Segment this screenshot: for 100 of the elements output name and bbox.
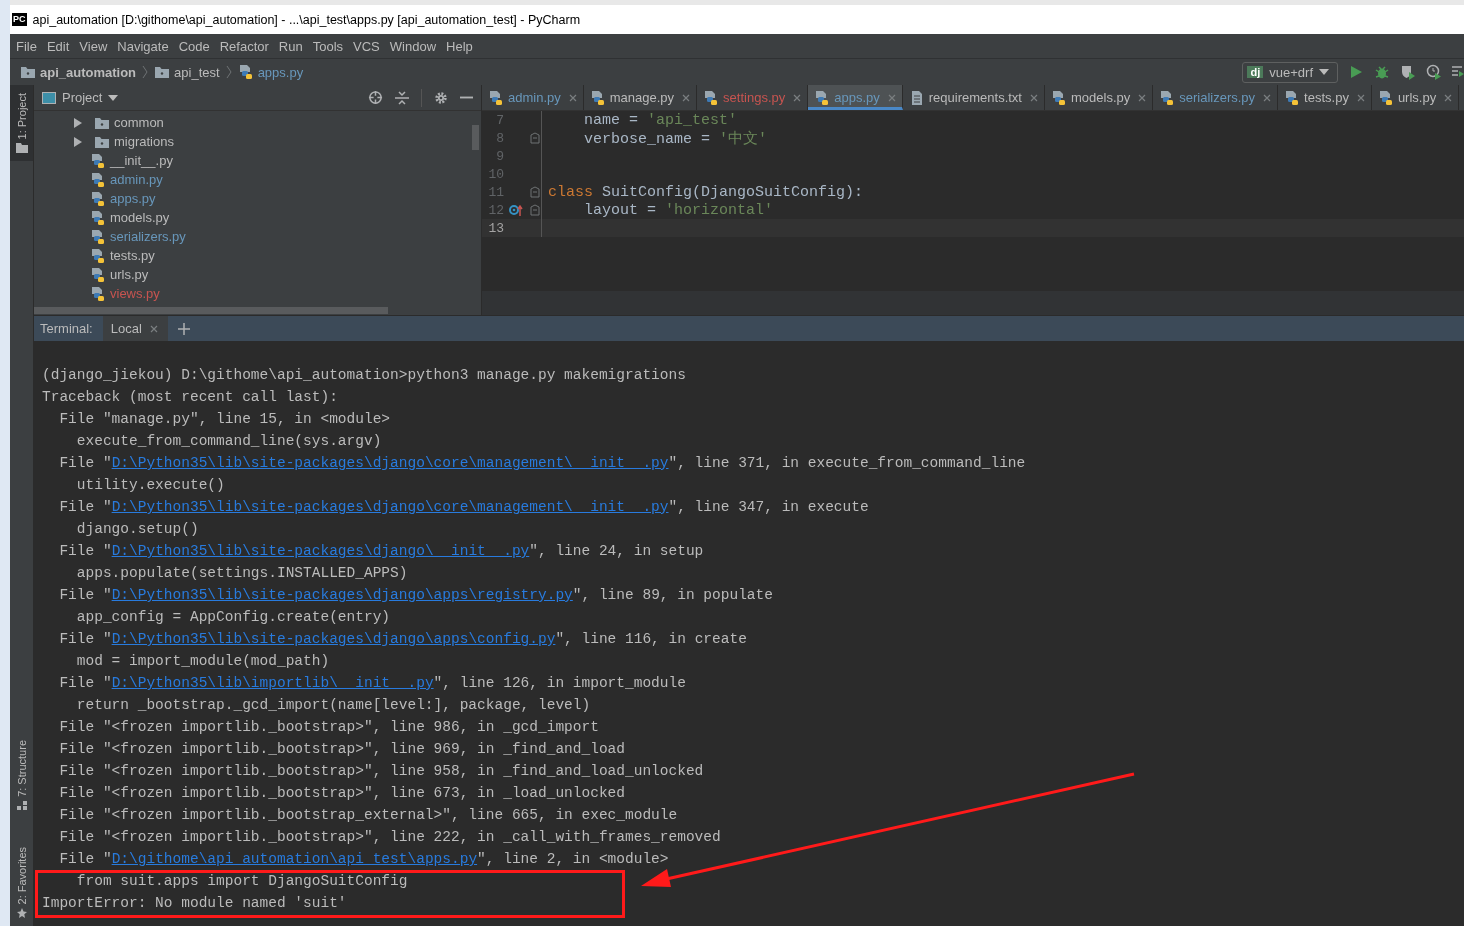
terminal-line: utility.execute(): [75, 476, 225, 495]
python-file-icon: [90, 266, 106, 283]
python-file-icon: [90, 190, 106, 207]
python-file-icon: [1051, 89, 1067, 106]
tree-item[interactable]: migrations: [114, 134, 174, 149]
close-icon[interactable]: [793, 93, 802, 102]
run-configuration-dropdown[interactable]: dj vue+drf: [1242, 61, 1338, 83]
tree-item[interactable]: models.py: [110, 210, 170, 225]
folder-icon: [154, 64, 171, 80]
line-number: 11: [487, 184, 504, 200]
tool-window-tab[interactable]: 7: Structure: [10, 731, 33, 819]
fold-marker-icon[interactable]: [529, 186, 540, 198]
tool-window-tab[interactable]: 2: Favorites: [10, 838, 33, 926]
file-link[interactable]: D:\Python35\lib\importlib\__init__.py: [111, 675, 434, 691]
project-view-dropdown[interactable]: Project: [42, 90, 119, 105]
editor-tab[interactable]: serializers.py: [1153, 85, 1279, 110]
terminal-line: File "<frozen importlib._bootstrap>", line 986, in _gcd_import: [58, 718, 599, 737]
menu-item[interactable]: Edit: [46, 38, 70, 54]
expand-arrow-icon[interactable]: [74, 136, 82, 147]
menu-item[interactable]: Help: [446, 38, 473, 54]
folder-icon: [20, 64, 36, 80]
terminal-line: File "<frozen importlib._bootstrap>", line 969, in _find_and_load: [58, 740, 625, 759]
menu-item[interactable]: VCS: [353, 38, 380, 54]
editor-tab[interactable]: models.py: [1045, 85, 1154, 110]
scrollbar[interactable]: [472, 125, 479, 150]
tree-item[interactable]: apps.py: [110, 191, 156, 206]
collapse-all-icon[interactable]: [395, 90, 409, 105]
tree-item[interactable]: urls.py: [110, 267, 149, 282]
code-line: name = 'api_test': [583, 111, 738, 129]
shield-play-icon[interactable]: [1400, 64, 1416, 80]
file-link[interactable]: D:\Python35\lib\site-packages\django\core\management\__init__.py: [111, 455, 669, 471]
folder-icon: [15, 143, 28, 154]
close-icon[interactable]: [568, 93, 577, 102]
editor-tab[interactable]: tests.py: [1278, 85, 1372, 110]
menu-item[interactable]: Refactor: [219, 38, 269, 54]
tree-item[interactable]: admin.py: [110, 172, 163, 187]
file-link[interactable]: D:\Python35\lib\site-packages\django\__init__.py: [111, 543, 530, 559]
editor-tab[interactable]: admin.py: [482, 85, 584, 110]
star-icon: [16, 908, 27, 918]
code-line: class SuitConfig(DjangoSuitConfig):: [548, 183, 864, 201]
close-icon[interactable]: [149, 324, 158, 333]
fold-marker-icon[interactable]: [529, 204, 540, 216]
line-number: 7: [495, 112, 504, 128]
breadcrumb-item[interactable]: api_test: [174, 64, 220, 80]
file-link[interactable]: D:\Python35\lib\site-packages\django\apps\config.py: [111, 631, 556, 647]
close-icon[interactable]: [682, 93, 691, 102]
fold-marker-icon[interactable]: [529, 132, 540, 144]
close-icon[interactable]: [1030, 93, 1038, 102]
tool-window-tab[interactable]: 1: Project: [10, 85, 33, 162]
editor-tab[interactable]: requirements.txt: [902, 85, 1045, 110]
django-logo: dj: [1247, 66, 1264, 78]
locate-icon[interactable]: [368, 90, 383, 105]
python-file-icon: [1377, 89, 1394, 106]
terminal-line: app_config = AppConfig.create(entry): [75, 608, 391, 627]
close-icon[interactable]: [887, 93, 896, 102]
terminal-line: File "D:\Python35\lib\site-packages\django\core\management\__init__.py", line 347, in execute: [58, 498, 869, 517]
file-link[interactable]: D:\githome\api_automation\api_test\apps.py: [111, 851, 478, 867]
bug-icon[interactable]: [1374, 64, 1390, 80]
line-number: 8: [495, 130, 504, 146]
file-link[interactable]: D:\Python35\lib\site-packages\django\core\management\__init__.py: [111, 499, 669, 515]
breadcrumb-item[interactable]: api_automation: [40, 64, 137, 80]
breadcrumb-item[interactable]: apps.py: [257, 64, 304, 80]
menu-item[interactable]: File: [16, 38, 37, 54]
tree-item[interactable]: __init__.py: [110, 153, 173, 168]
caret-icon: [108, 94, 119, 101]
caret-icon: [1319, 69, 1329, 75]
python-file-icon: [90, 228, 106, 245]
file-link[interactable]: D:\Python35\lib\site-packages\django\apps\registry.py: [111, 587, 573, 603]
terminal-line: File "D:\Python35\lib\site-packages\django\__init__.py", line 24, in setup: [58, 542, 704, 561]
menu-item[interactable]: Window: [389, 38, 437, 54]
terminal-tab[interactable]: Local: [102, 316, 168, 341]
close-icon[interactable]: [1356, 93, 1365, 102]
run-icon[interactable]: [1348, 64, 1364, 80]
code-line: layout = 'horizontal': [583, 201, 774, 219]
close-icon[interactable]: [1444, 93, 1453, 102]
scrollbar[interactable]: [34, 307, 388, 314]
terminal-line: File "manage.py", line 15, in <module>: [58, 410, 391, 429]
menu-item[interactable]: View: [79, 38, 108, 54]
chevron-icon: [225, 65, 232, 79]
expand-arrow-icon[interactable]: [74, 117, 82, 128]
tree-item[interactable]: common: [114, 115, 164, 130]
python-file-icon: [90, 285, 106, 302]
close-icon[interactable]: [1263, 93, 1272, 102]
run-list-icon[interactable]: [1452, 64, 1464, 80]
chevron-icon: [142, 65, 149, 79]
menu-item[interactable]: Run: [278, 38, 303, 54]
editor-tab[interactable]: manage.py: [583, 85, 698, 110]
close-icon[interactable]: [1138, 93, 1147, 102]
editor-tab[interactable]: urls.py: [1371, 85, 1460, 110]
menu-item[interactable]: Code: [178, 38, 210, 54]
tree-item[interactable]: serializers.py: [110, 229, 186, 244]
tree-item[interactable]: tests.py: [110, 248, 155, 263]
terminal-line: File "<frozen importlib._bootstrap>", line 222, in _call_with_frames_removed: [58, 828, 721, 847]
settings-icon[interactable]: [434, 90, 448, 105]
terminal-line: File "D:\githome\api_automation\api_test\apps.py", line 2, in <module>: [58, 850, 669, 869]
override-marker-icon[interactable]: [509, 204, 523, 216]
menu-item[interactable]: Navigate: [117, 38, 169, 54]
menu-item[interactable]: Tools: [312, 38, 344, 54]
clock-play-icon[interactable]: [1426, 64, 1442, 80]
add-icon[interactable]: [177, 322, 190, 335]
